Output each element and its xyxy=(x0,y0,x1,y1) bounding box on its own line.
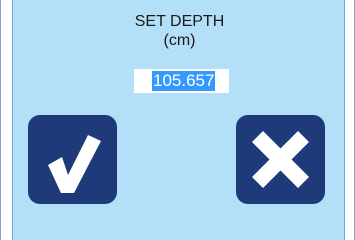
depth-value-selected[interactable]: 105.657 xyxy=(152,71,216,91)
set-depth-dialog: SET DEPTH (cm) 105.657 xyxy=(12,0,345,240)
confirm-button[interactable] xyxy=(28,115,117,204)
checkmark-icon xyxy=(48,135,101,193)
unit-label: (cm) xyxy=(163,32,196,49)
depth-input[interactable]: 105.657 xyxy=(134,69,229,93)
dialog-title: SET DEPTH xyxy=(134,13,225,30)
x-icon xyxy=(252,131,309,188)
window-frame: SET DEPTH (cm) 105.657 xyxy=(0,0,355,240)
cancel-button[interactable] xyxy=(236,115,325,204)
